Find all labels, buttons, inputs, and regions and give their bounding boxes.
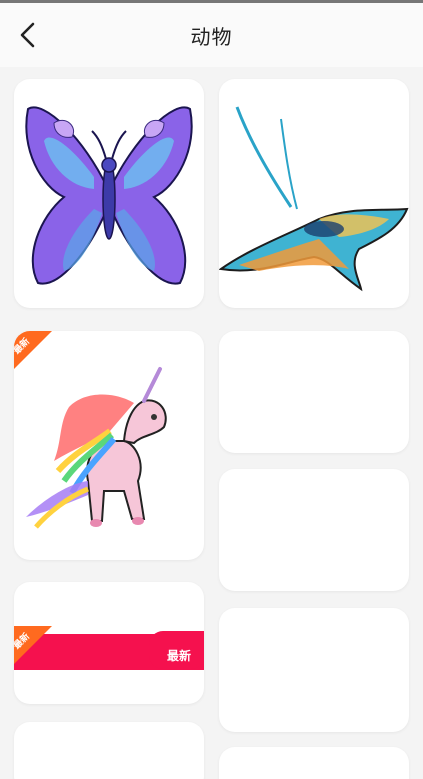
coloring-grid: 最新 最新 最新 xyxy=(0,67,423,779)
manta-ray-image xyxy=(219,106,409,292)
card-blank-3[interactable] xyxy=(219,608,409,732)
card-blank-4[interactable] xyxy=(14,722,204,779)
card-manta-ray[interactable] xyxy=(219,79,409,308)
card-banner[interactable]: 最新 最新 xyxy=(14,582,204,704)
card-blank-5[interactable] xyxy=(219,747,409,779)
card-blank-1[interactable] xyxy=(219,331,409,453)
new-badge: 最新 xyxy=(14,626,54,666)
page-title: 动物 xyxy=(190,24,233,49)
back-button[interactable] xyxy=(10,15,46,55)
card-butterfly[interactable] xyxy=(14,79,204,308)
butterfly-image xyxy=(25,106,193,285)
app-header: 动物 xyxy=(0,3,423,67)
card-unicorn[interactable]: 最新 xyxy=(14,331,204,560)
banner-label: 最新 xyxy=(166,649,191,663)
chevron-left-icon xyxy=(20,22,35,48)
card-blank-2[interactable] xyxy=(219,469,409,591)
new-badge: 最新 xyxy=(14,331,54,371)
